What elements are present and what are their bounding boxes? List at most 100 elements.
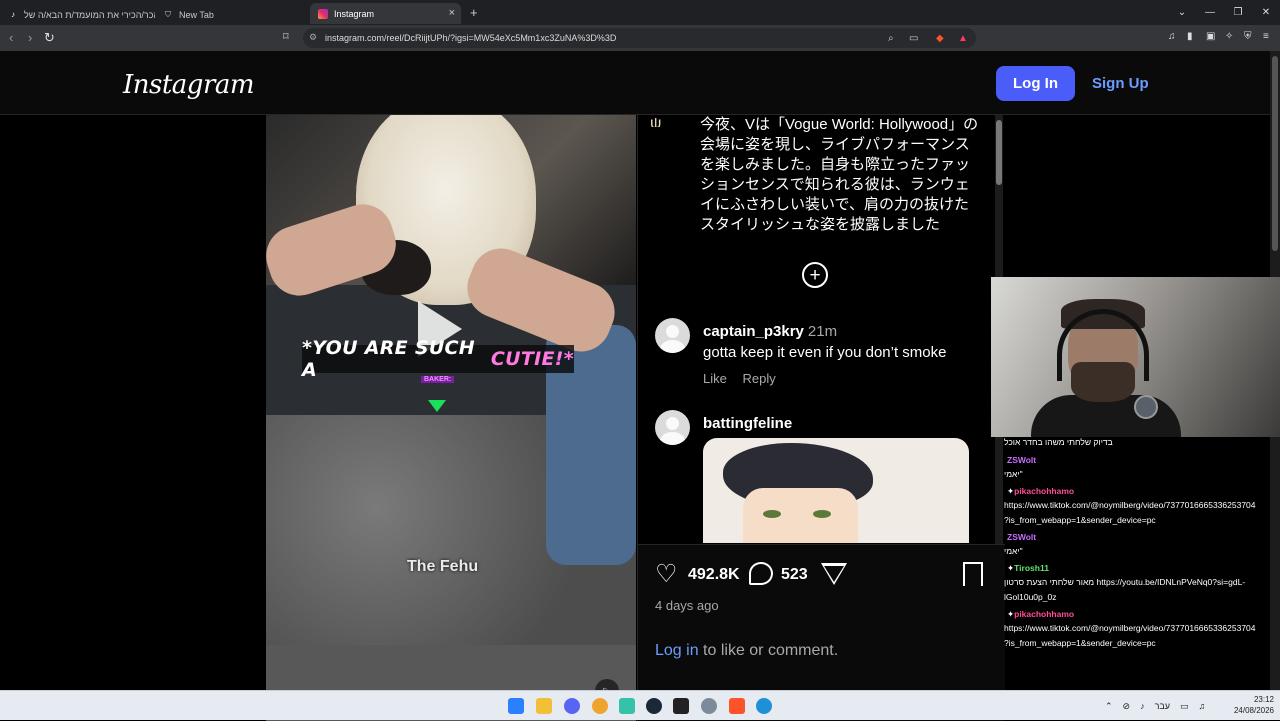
chat-user: ZSWolt <box>1007 455 1037 465</box>
bookmark-icon[interactable]: ⌑ <box>283 30 289 43</box>
tab-strip: ♪ הכר/הכירי את המועמד/ת הבא/ה של ⛉ New T… <box>0 0 1280 25</box>
chat-user: pikachohhamo <box>1014 486 1075 496</box>
volume-tray-icon[interactable]: ♫ <box>1199 701 1206 711</box>
share-icon-inner <box>824 566 844 582</box>
extensions-icon[interactable]: ✧ <box>1225 31 1233 42</box>
url-text: instagram.com/reel/DcRiijtUPh/?igsi=MW54… <box>325 33 617 43</box>
tab-search-icon[interactable]: ⌄ <box>1168 7 1196 18</box>
forward-icon[interactable]: › <box>28 30 32 45</box>
language-indicator[interactable]: עבר <box>1155 701 1170 711</box>
start-icon[interactable] <box>508 698 524 714</box>
signup-link[interactable]: Sign Up <box>1092 75 1149 92</box>
chat-message: יאמי" <box>1004 546 1023 556</box>
instagram-logo[interactable]: Instagram <box>123 70 255 100</box>
comment-username[interactable]: battingfeline <box>703 415 792 432</box>
back-icon[interactable]: ‹ <box>9 30 13 45</box>
maximize-icon[interactable]: ❐ <box>1224 7 1252 18</box>
chat-message: ?is_from_webapp=1&sender_device=pc <box>1004 638 1156 648</box>
chat-message: יאמי" <box>1004 469 1023 479</box>
brave-icon[interactable] <box>729 698 745 714</box>
vpn-icon[interactable]: ⛨ <box>1244 31 1252 42</box>
arrow-down-icon <box>428 400 446 412</box>
like-comment-button[interactable]: Like <box>703 371 727 386</box>
comment-image[interactable] <box>703 438 969 543</box>
chat-username: ZSWolt <box>1004 455 1272 465</box>
chat-message: ?is_from_webapp=1&sender_device=pc <box>1004 515 1156 525</box>
like-count: 492.8K <box>688 566 740 583</box>
reply-button[interactable]: Reply <box>742 371 775 386</box>
minimize-icon[interactable]: — <box>1196 7 1224 18</box>
menu-icon[interactable]: ≡ <box>1263 31 1269 42</box>
chat-user: Tirosh11 <box>1014 563 1049 573</box>
brave-shields-icon[interactable]: ◆ <box>936 33 944 44</box>
file-explorer-icon[interactable] <box>536 698 552 714</box>
video-caption: *YOU ARE SUCH A CUTIE!* <box>302 337 574 381</box>
new-tab-icon[interactable]: + <box>470 5 478 20</box>
comment-icon[interactable] <box>749 562 773 585</box>
login-button[interactable]: Log In <box>996 66 1075 101</box>
comment-text: gotta keep it even if you don’t smoke <box>703 344 947 361</box>
discord-icon[interactable] <box>564 698 580 714</box>
settings-icon[interactable] <box>701 698 717 714</box>
chevron-up-icon[interactable]: ⌃ <box>1105 701 1113 712</box>
chat-username: ✦pikachohhamo <box>1004 486 1272 496</box>
address-bar[interactable]: ⚙ instagram.com/reel/DcRiijtUPh/?igsi=MW… <box>303 28 976 48</box>
author-avatar[interactable]: ψ <box>650 115 684 127</box>
chat-message: https://www.tiktok.com/@noymilberg/video… <box>1004 623 1256 633</box>
network-icon[interactable]: ⊘ <box>1123 701 1131 712</box>
heart-icon[interactable]: ♡ <box>655 562 677 587</box>
post-side-panel: ψ 今夜、Vは「Vogue World: Hollywood」の会場に姿を現し、… <box>637 115 1005 721</box>
clock[interactable]: 23:12 24/08/2026 <box>1226 694 1274 716</box>
load-more-comments-icon[interactable]: + <box>802 262 828 288</box>
tab-new-tab[interactable]: ⛉ New Tab <box>155 4 305 25</box>
speaker-label: BAKER: <box>421 376 455 383</box>
tab-title: New Tab <box>179 9 214 20</box>
chat-message: מאור שלחתי הצעת סרטון https://youtu.be/I… <box>1004 577 1246 587</box>
comment-time: 21m <box>807 323 838 340</box>
close-tab-icon[interactable]: × <box>449 7 455 19</box>
chat-message: https://www.tiktok.com/@noymilberg/video… <box>1004 500 1256 510</box>
post-age: 4 days ago <box>655 598 719 613</box>
tiktok-icon: ♪ <box>11 10 15 19</box>
chat-message: בדיוק שלחתי משהו בחדר אוכל <box>1004 437 1113 447</box>
brave-rewards-icon[interactable]: ▲ <box>958 33 968 44</box>
wallet-icon[interactable]: ▣ <box>1206 31 1215 42</box>
comment-username[interactable]: captain_p3kry 21m <box>703 323 837 340</box>
ig-header: Instagram Log In Sign Up <box>0 51 1270 115</box>
reload-icon[interactable]: ↻ <box>44 30 55 46</box>
tab-instagram[interactable]: Instagram × <box>310 3 461 24</box>
site-info-icon[interactable]: ⚙ <box>309 32 317 43</box>
comment-actions: Like Reply <box>703 371 788 386</box>
webcam-overlay <box>991 277 1280 437</box>
app-icon[interactable] <box>592 698 608 714</box>
close-window-icon[interactable]: ✕ <box>1252 7 1280 18</box>
clock-date: 24/08/2026 <box>1233 706 1274 715</box>
reel-video[interactable]: *YOU ARE SUCH A CUTIE!* BAKER: The Fehu … <box>266 115 636 721</box>
toolbar: ‹ › ↻ ⌑ ⚙ instagram.com/reel/DcRiijtUPh/… <box>0 25 1280 51</box>
app2-icon[interactable] <box>619 698 635 714</box>
login-link[interactable]: Log in <box>655 642 699 659</box>
chat-user: pikachohhamo <box>1014 609 1075 619</box>
music-icon[interactable]: ♫ <box>1168 31 1176 42</box>
window-controls: ⌄ — ❐ ✕ <box>1168 0 1280 25</box>
clock-time: 23:12 <box>1253 695 1274 704</box>
tab-title: Instagram <box>334 8 375 19</box>
chat-user: ZSWolt <box>1007 532 1037 542</box>
zoom-icon[interactable]: ⌕ <box>888 33 894 44</box>
avatar[interactable] <box>655 318 690 353</box>
obs-icon[interactable] <box>673 698 689 714</box>
chat-username: ZSWolt <box>1004 532 1272 542</box>
taskbar: ⌃ ⊘ ♪ עבר ▭ ♫ 23:12 24/08/2026 <box>0 690 1280 720</box>
mic-icon[interactable]: ♪ <box>1140 701 1145 711</box>
login-to-comment: Log in to like or comment. <box>655 642 839 659</box>
chat-username: ✦pikachohhamo <box>1004 609 1272 619</box>
edge-icon[interactable] <box>756 698 772 714</box>
comment-count: 523 <box>781 566 808 583</box>
bookmark-save-notch <box>965 577 981 586</box>
steam-icon[interactable] <box>646 698 662 714</box>
cast-icon[interactable]: ▭ <box>909 33 918 44</box>
display-icon[interactable]: ▭ <box>1180 701 1189 712</box>
tab-tiktok[interactable]: ♪ הכר/הכירי את המועמד/ת הבא/ה של <box>0 4 155 25</box>
avatar[interactable] <box>655 410 690 445</box>
sidebar-icon[interactable]: ▮ <box>1187 31 1193 42</box>
